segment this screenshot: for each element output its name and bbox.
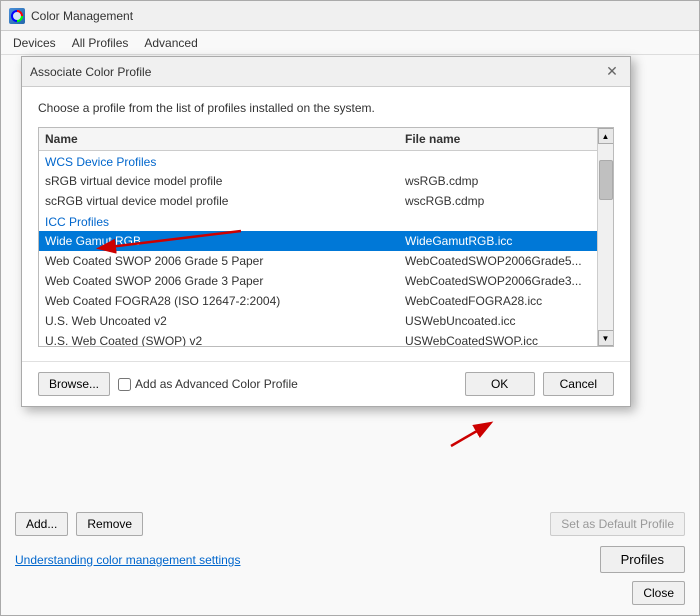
main-title-bar: Color Management: [1, 1, 699, 31]
col-header-filename: File name: [405, 132, 591, 146]
main-menu-bar: Devices All Profiles Advanced: [1, 31, 699, 55]
scrollbar-down[interactable]: ▼: [598, 330, 614, 346]
close-main-button[interactable]: Close: [632, 581, 685, 605]
category-icc: ICC Profiles: [39, 211, 597, 231]
main-window: Color Management Devices All Profiles Ad…: [0, 0, 700, 616]
advanced-profile-checkbox-label[interactable]: Add as Advanced Color Profile: [118, 377, 298, 391]
main-bottom: Add... Remove Set as Default Profile Und…: [1, 504, 699, 615]
menu-advanced[interactable]: Advanced: [136, 34, 205, 52]
dialog-title: Associate Color Profile: [30, 65, 151, 79]
table-row[interactable]: U.S. Web Uncoated v2 USWebUncoated.icc: [39, 311, 597, 331]
table-row[interactable]: Web Coated SWOP 2006 Grade 5 Paper WebCo…: [39, 251, 597, 271]
scrollbar-thumb[interactable]: [599, 160, 613, 200]
table-row[interactable]: Web Coated FOGRA28 (ISO 12647-2:2004) We…: [39, 291, 597, 311]
cancel-button[interactable]: Cancel: [543, 372, 614, 396]
remove-button[interactable]: Remove: [76, 512, 143, 536]
table-header: Name File name: [39, 128, 597, 151]
advanced-profile-checkbox[interactable]: [118, 378, 131, 391]
table-row[interactable]: sRGB virtual device model profile wsRGB.…: [39, 171, 597, 191]
scrollbar-up[interactable]: ▲: [598, 128, 614, 144]
dialog-title-bar: Associate Color Profile ✕: [22, 57, 630, 87]
menu-devices[interactable]: Devices: [5, 34, 64, 52]
set-default-button[interactable]: Set as Default Profile: [550, 512, 685, 536]
app-icon: [9, 8, 25, 24]
ok-button[interactable]: OK: [465, 372, 535, 396]
table-row-selected[interactable]: Wide Gamut RGB WideGamutRGB.icc: [39, 231, 597, 251]
dialog-bottom-right: OK Cancel: [465, 372, 614, 396]
profiles-button[interactable]: Profiles: [600, 546, 685, 573]
dialog-bottom: Browse... Add as Advanced Color Profile …: [22, 361, 630, 406]
table-row[interactable]: scRGB virtual device model profile wscRG…: [39, 191, 597, 211]
category-wcs: WCS Device Profiles: [39, 151, 597, 171]
browse-button[interactable]: Browse...: [38, 372, 110, 396]
table-row[interactable]: U.S. Web Coated (SWOP) v2 USWebCoatedSWO…: [39, 331, 597, 346]
dialog-body: Choose a profile from the list of profil…: [22, 87, 630, 361]
menu-all-profiles[interactable]: All Profiles: [64, 34, 137, 52]
profile-table-container: Name File name WCS Device Profiles sRGB …: [38, 127, 614, 347]
dialog-close-button[interactable]: ✕: [602, 62, 622, 82]
associate-color-profile-dialog: Associate Color Profile ✕ Choose a profi…: [21, 56, 631, 407]
table-row[interactable]: Web Coated SWOP 2006 Grade 3 Paper WebCo…: [39, 271, 597, 291]
main-bottom-actions: Add... Remove Set as Default Profile: [15, 512, 685, 536]
dialog-description: Choose a profile from the list of profil…: [38, 101, 614, 115]
col-header-name: Name: [45, 132, 405, 146]
dialog-bottom-left: Browse... Add as Advanced Color Profile: [38, 372, 298, 396]
profile-table[interactable]: Name File name WCS Device Profiles sRGB …: [39, 128, 597, 346]
table-scrollbar[interactable]: ▲ ▼: [597, 128, 613, 346]
main-bottom-link-row: Understanding color management settings …: [15, 546, 685, 573]
main-title: Color Management: [31, 9, 133, 23]
main-bottom-close-row: Close: [15, 581, 685, 605]
color-management-link[interactable]: Understanding color management settings: [15, 553, 240, 567]
add-button[interactable]: Add...: [15, 512, 68, 536]
